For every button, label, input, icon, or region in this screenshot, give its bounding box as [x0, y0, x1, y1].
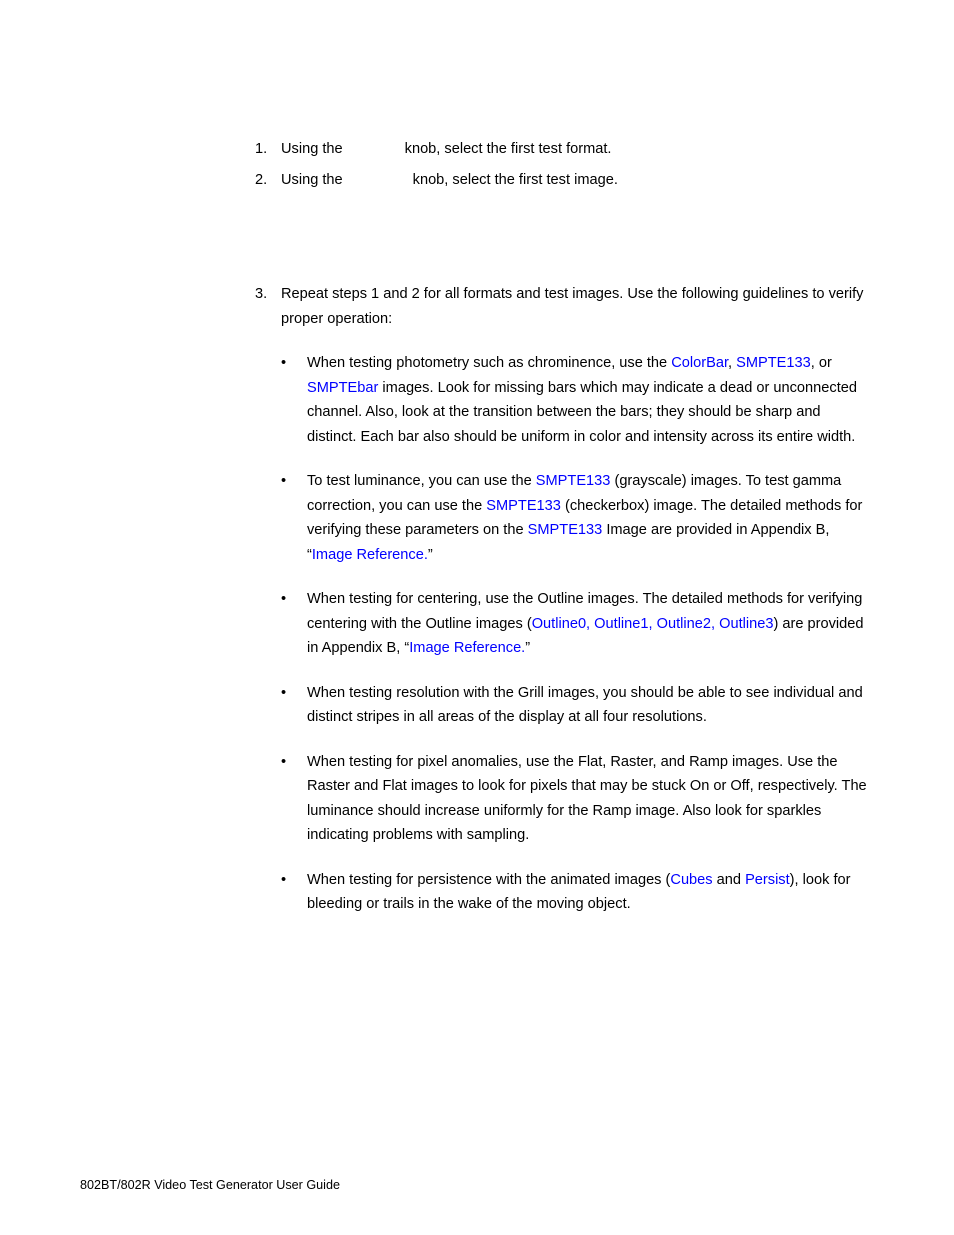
step-text-before-knob: Using the — [281, 172, 343, 188]
cross-reference-link[interactable]: Outline0, Outline1, Outline2, Outline3 — [532, 616, 774, 632]
bullet-text-run: ” — [427, 546, 433, 563]
bullet-text: When testing for centering, use the Outl… — [307, 587, 870, 661]
step-text-before-knob: Using the — [281, 141, 343, 157]
step-number: 2. — [255, 172, 268, 188]
bullet-marker-icon: • — [281, 871, 287, 888]
knob-graphic-placeholder — [343, 152, 405, 153]
step-text-after-knob: knob, select the first test image. — [412, 172, 618, 188]
knob-graphic-placeholder — [343, 183, 413, 184]
bullet-text-run: and — [712, 871, 746, 888]
cross-reference-link[interactable]: ColorBar — [671, 355, 728, 371]
bullet-text-run: ” — [525, 640, 531, 656]
cross-reference-link[interactable]: Persist — [745, 872, 790, 888]
step-text: Repeat steps 1 and 2 for all formats and… — [281, 286, 864, 327]
guideline-bullet: • To test luminance, you can use the SMPT… — [281, 469, 870, 567]
bullet-text: When testing photometry such as chromine… — [307, 351, 870, 449]
bullet-text: When testing for persistence with the an… — [307, 868, 870, 917]
bullet-text-run: To test luminance, you can use the — [307, 473, 536, 489]
bullet-marker-icon: • — [281, 684, 287, 701]
step-text: Using the knob, select the first test for… — [281, 134, 885, 165]
cross-reference-link[interactable]: SMPTE133 — [536, 473, 611, 489]
cross-reference-link[interactable]: SMPTEbar — [307, 380, 378, 396]
bullet-text: To test luminance, you can use the SMPTE… — [307, 469, 870, 567]
bullet-marker-icon: • — [281, 753, 287, 770]
bullet-marker-icon: • — [281, 473, 287, 489]
bullet-text-run: , or — [810, 355, 832, 371]
procedure-step-2: 2. Using the knob, select the first test … — [255, 165, 885, 196]
guideline-bullet: • When testing photometry such as chromin… — [281, 351, 870, 449]
step-number: 1. — [255, 141, 268, 157]
guideline-bullet: • When testing for persistence with the a… — [281, 868, 870, 917]
page-footer: 802BT/802R Video Test Generator User Gui… — [80, 1178, 340, 1192]
procedure-step-3: 3. Repeat steps 1 and 2 for all formats … — [255, 282, 870, 331]
bullet-marker-icon: • — [281, 591, 287, 607]
bullet-text-run: images. Look for missing bars which may … — [307, 379, 857, 445]
bullet-text-run: When testing for pixel anomalies, use th… — [307, 753, 867, 844]
bullet-text-run: When testing for persistence with the an… — [307, 871, 671, 888]
bullet-text-run: When testing resolution with the Grill i… — [307, 684, 863, 726]
cross-reference-link[interactable]: SMPTE133 — [528, 522, 603, 538]
cross-reference-link[interactable]: Cubes — [670, 872, 712, 888]
procedure-steps-list: 1. Using the knob, select the first test … — [255, 134, 885, 196]
cross-reference-link[interactable]: Image Reference. — [312, 547, 428, 563]
bullet-text-run: , — [728, 355, 737, 371]
bullet-text-run: When testing photometry such as chromine… — [307, 355, 672, 371]
cross-reference-link[interactable]: SMPTE133 — [486, 498, 561, 514]
step-number: 3. — [255, 286, 268, 302]
guideline-bullet: • When testing for pixel anomalies, use t… — [281, 750, 870, 848]
bullet-marker-icon: • — [281, 355, 287, 371]
guideline-bullet: • When testing for centering, use the Out… — [281, 587, 870, 661]
guidelines-bullet-list: • When testing photometry such as chromin… — [255, 351, 870, 917]
bullet-text: When testing for pixel anomalies, use th… — [307, 750, 870, 848]
procedure-step-1: 1. Using the knob, select the first test … — [255, 134, 885, 165]
bullet-text: When testing resolution with the Grill i… — [307, 681, 870, 730]
cross-reference-link[interactable]: Image Reference. — [409, 640, 525, 656]
procedure-step-3-block: 3. Repeat steps 1 and 2 for all formats … — [255, 282, 870, 917]
step-text-after-knob: knob, select the first test format. — [404, 141, 612, 157]
guideline-bullet: • When testing resolution with the Grill … — [281, 681, 870, 730]
document-page: 1. Using the knob, select the first test … — [0, 0, 954, 1235]
cross-reference-link[interactable]: SMPTE133 — [736, 355, 811, 371]
step-text: Using the knob, select the first test ima… — [281, 165, 885, 196]
